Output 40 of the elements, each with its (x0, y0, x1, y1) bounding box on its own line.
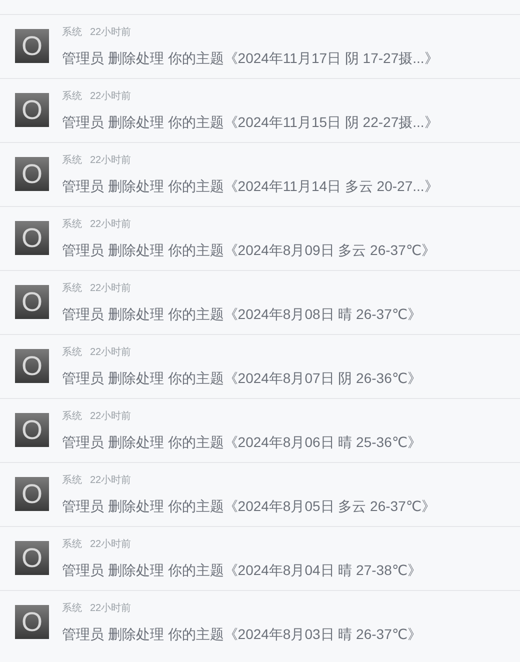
notification-time: 22小时前 (90, 539, 132, 551)
avatar-icon: O (15, 285, 49, 319)
notification-time: 22小时前 (90, 155, 132, 167)
notification-time: 22小时前 (90, 219, 132, 231)
sender-name: 系统 (62, 539, 82, 551)
notification-message: 管理员 删除处理 你的主题《2024年8月04日 晴 27-38℃》 (62, 561, 422, 579)
notification-time: 22小时前 (90, 347, 132, 359)
notification-message: 管理员 删除处理 你的主题《2024年8月06日 晴 25-36℃》 (62, 433, 422, 451)
sender-name: 系统 (62, 155, 82, 167)
sender-name: 系统 (62, 219, 82, 231)
notification-time: 22小时前 (90, 27, 132, 39)
avatar-icon: O (15, 93, 49, 127)
avatar-icon: O (15, 413, 49, 447)
avatar-icon: O (15, 605, 49, 639)
notification-time: 22小时前 (90, 283, 132, 295)
notification-time: 22小时前 (90, 411, 132, 423)
avatar-icon: O (15, 221, 49, 255)
notification-message: 管理员 删除处理 你的主题《2024年11月17日 阴 17-27摄...》 (62, 49, 438, 67)
notification-message: 管理员 删除处理 你的主题《2024年11月15日 阴 22-27摄...》 (62, 113, 438, 131)
notification-message: 管理员 删除处理 你的主题《2024年8月08日 晴 26-37℃》 (62, 305, 422, 323)
avatar-icon: O (15, 29, 49, 63)
sender-name: 系统 (62, 91, 82, 103)
notification-message: 管理员 删除处理 你的主题《2024年8月09日 多云 26-37℃》 (62, 241, 436, 259)
avatar-icon: O (15, 157, 49, 191)
notification-time: 22小时前 (90, 603, 132, 615)
sender-name: 系统 (62, 475, 82, 487)
sender-name: 系统 (62, 27, 82, 39)
notification-time: 22小时前 (90, 475, 132, 487)
notification-time: 22小时前 (90, 91, 132, 103)
sender-name: 系统 (62, 347, 82, 359)
sender-name: 系统 (62, 603, 82, 615)
sender-name: 系统 (62, 411, 82, 423)
avatar-icon: O (15, 541, 49, 575)
notification-message: 管理员 删除处理 你的主题《2024年8月07日 阴 26-36℃》 (62, 369, 422, 387)
notification-message: 管理员 删除处理 你的主题《2024年8月05日 多云 26-37℃》 (62, 497, 436, 515)
avatar-icon: O (15, 477, 49, 511)
avatar-icon: O (15, 349, 49, 383)
sender-name: 系统 (62, 283, 82, 295)
notification-message: 管理员 删除处理 你的主题《2024年8月03日 晴 26-37℃》 (62, 625, 422, 643)
notification-message: 管理员 删除处理 你的主题《2024年11月14日 多云 20-27...》 (62, 177, 438, 195)
